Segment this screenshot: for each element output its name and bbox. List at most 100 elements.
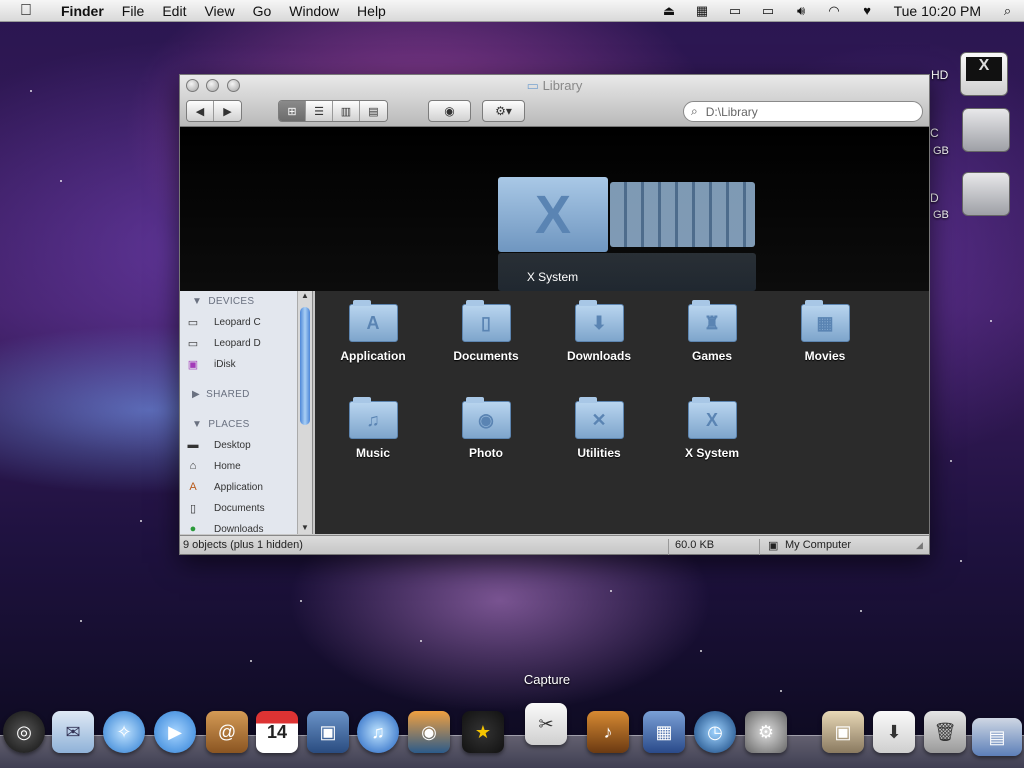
iphoto-icon[interactable]: ◉ — [408, 711, 450, 753]
title-bar[interactable]: ▭ Library ◀ ▶ ⊞ ☰ ▥ ▤ ◉ ⚙▾ ⌕ D:\Library — [180, 75, 929, 127]
dock-shelf — [0, 735, 1024, 768]
folder-item[interactable]: X X System — [662, 397, 762, 460]
folder-item[interactable]: ✕ Utilities — [549, 397, 649, 460]
finder-window-minimized-icon[interactable]: ▤ — [972, 718, 1022, 756]
menu-finder[interactable]: Finder — [52, 3, 113, 19]
folder-icon: ♜ — [687, 300, 737, 342]
folder-icon: ▦ — [800, 300, 850, 342]
dashboard-icon[interactable]: ◎ — [3, 711, 45, 753]
folder-icon: ⬇ — [574, 300, 624, 342]
menu-help[interactable]: Help — [348, 3, 395, 19]
volume-icon[interactable]: 🔊︎ — [785, 3, 818, 19]
window-title: ▭ Library — [180, 78, 929, 94]
nav-buttons: ◀ ▶ — [186, 100, 242, 122]
sidebar-item-application[interactable]: A Application — [186, 478, 263, 496]
scroll-thumb[interactable] — [300, 307, 310, 425]
folder-item[interactable]: ▯ Documents — [436, 300, 536, 363]
system-preferences-icon[interactable]: ⚙ — [745, 711, 787, 753]
spaces-icon[interactable]: ▦ — [686, 3, 719, 19]
battery-icon[interactable]: ▭ — [752, 3, 785, 19]
folder-item[interactable]: ▦ Movies — [775, 300, 875, 363]
coverflow-label: X System — [526, 270, 579, 284]
drive-c-label: C — [930, 126, 939, 140]
search-icon: ⌕ — [691, 104, 698, 118]
imovie-icon[interactable]: ★ — [462, 711, 504, 753]
sidebar-item-home[interactable]: ⌂ Home — [186, 457, 241, 475]
folder-item[interactable]: ◉ Photo — [436, 397, 536, 460]
sidebar-scrollbar[interactable]: ▲ ▼ — [297, 291, 312, 534]
sidebar-item-downloads[interactable]: ● Downloads — [186, 520, 264, 534]
spaces-dock-icon[interactable]: ▦ — [643, 711, 685, 753]
view-switcher: ⊞ ☰ ▥ ▤ — [278, 100, 388, 122]
capture-icon[interactable]: ✂ — [525, 703, 567, 745]
status-divider — [668, 539, 669, 555]
cover-flow-view[interactable]: X X System — [180, 127, 929, 291]
sidebar: ▼ DEVICES ▭ Leopard C ▭ Leopard D ▣ iDisk ▶… — [180, 291, 313, 534]
sidebar-places-header[interactable]: ▼ PLACES — [192, 419, 250, 430]
imac-hd-icon[interactable]: X — [960, 52, 1008, 96]
folder-icon: ♫ — [348, 397, 398, 439]
scroll-up-arrow[interactable]: ▲ — [298, 291, 312, 300]
garageband-icon[interactable]: ♪ — [587, 711, 629, 753]
ical-icon[interactable]: 14 — [256, 711, 298, 753]
wifi-icon[interactable]: ◠ — [818, 3, 851, 19]
resize-grip[interactable]: ◢ — [916, 540, 923, 551]
folder-label: Photo — [469, 446, 503, 460]
folder-item[interactable]: ♜ Games — [662, 300, 762, 363]
eject-icon[interactable]: ⏏ — [653, 3, 686, 19]
scroll-down-arrow[interactable]: ▼ — [298, 523, 312, 532]
chat-icon[interactable]: ▭ — [719, 3, 752, 19]
ichat-icon[interactable]: ▶ — [154, 711, 196, 753]
folder-item[interactable]: ♫ Music — [323, 397, 423, 460]
search-input[interactable]: D:\Library — [706, 105, 758, 119]
menu-window[interactable]: Window — [280, 3, 348, 19]
window-title-text: Library — [542, 78, 583, 93]
icon-view-button[interactable]: ⊞ — [279, 101, 306, 121]
menu-edit[interactable]: Edit — [153, 3, 195, 19]
sidebar-shared-header[interactable]: ▶ SHARED — [192, 389, 250, 400]
idisk-icon: ▣ — [187, 358, 199, 371]
search-field[interactable]: ⌕ D:\Library — [683, 101, 923, 122]
spotlight-search-icon[interactable]: ⌕ — [991, 3, 1024, 19]
drive-d-icon[interactable] — [962, 172, 1010, 216]
cover-flow-button[interactable]: ▤ — [360, 101, 387, 121]
downloads-stack-icon[interactable]: ⬇ — [873, 711, 915, 753]
mail-icon[interactable]: ✉ — [52, 711, 94, 753]
itunes-icon[interactable]: ♫ — [357, 711, 399, 753]
drive-c-icon[interactable] — [962, 108, 1010, 152]
preview-icon[interactable]: ▣ — [307, 711, 349, 753]
back-button[interactable]: ◀ — [187, 101, 214, 121]
menu-file[interactable]: File — [113, 3, 154, 19]
forward-button[interactable]: ▶ — [214, 101, 241, 121]
address-book-icon[interactable]: @ — [206, 711, 248, 753]
sidebar-item-leopard-c[interactable]: ▭ Leopard C — [186, 313, 261, 331]
quick-look-button[interactable]: ◉ — [428, 100, 471, 122]
status-location: My Computer — [785, 539, 852, 551]
sidebar-item-documents[interactable]: ▯ Documents — [186, 499, 265, 517]
heart-icon[interactable]: ♥ — [851, 3, 884, 18]
sidebar-devices-header[interactable]: ▼ DEVICES — [192, 296, 254, 307]
sidebar-item-leopard-d[interactable]: ▭ Leopard D — [186, 334, 261, 352]
folder-label: X System — [684, 446, 740, 460]
coverflow-folder-stack[interactable] — [610, 182, 755, 247]
folder-label: Documents — [453, 349, 519, 363]
trash-icon[interactable]: 🗑︎ — [924, 711, 966, 753]
menu-go[interactable]: Go — [244, 3, 281, 19]
safari-icon[interactable]: ✧ — [103, 711, 145, 753]
folder-item[interactable]: A Application — [323, 300, 423, 363]
photos-stack-icon[interactable]: ▣ — [822, 711, 864, 753]
sidebar-item-idisk[interactable]: ▣ iDisk — [186, 355, 236, 373]
clock[interactable]: Tue 10:20 PM — [884, 3, 991, 19]
folder-label: Music — [355, 446, 390, 460]
coverflow-folder[interactable]: X — [498, 177, 608, 252]
folder-item[interactable]: ⬇ Downloads — [549, 300, 649, 363]
apple-icon[interactable]:  — [0, 2, 52, 20]
action-gear-button[interactable]: ⚙▾ — [482, 100, 525, 122]
desktop-icon: ▬ — [187, 439, 199, 451]
hd-label: HD — [931, 68, 949, 82]
list-view-button[interactable]: ☰ — [306, 101, 333, 121]
column-view-button[interactable]: ▥ — [333, 101, 360, 121]
menu-view[interactable]: View — [195, 3, 243, 19]
time-machine-icon[interactable]: ◷ — [694, 711, 736, 753]
sidebar-item-desktop[interactable]: ▬ Desktop — [186, 436, 251, 454]
